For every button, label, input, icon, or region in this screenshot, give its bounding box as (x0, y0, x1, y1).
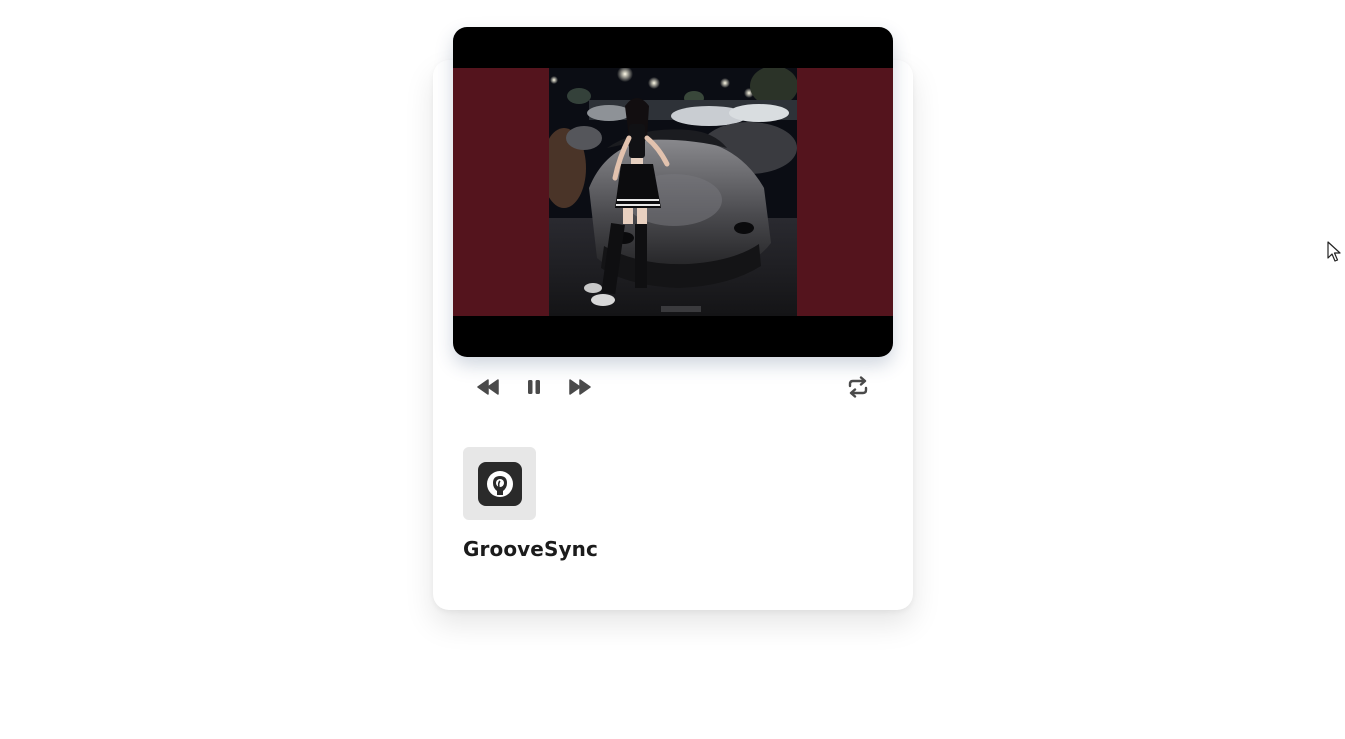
mouse-cursor-icon (1327, 241, 1341, 267)
rewind-icon (477, 379, 499, 395)
fast-forward-button[interactable] (565, 370, 595, 404)
app-tile[interactable] (463, 447, 536, 520)
app-name: GrooveSync (463, 537, 598, 561)
repeat-button[interactable] (843, 370, 873, 404)
video-thumbnail (549, 68, 797, 316)
repeat-icon (848, 376, 868, 398)
pause-icon (528, 380, 540, 394)
fast-forward-icon (569, 379, 591, 395)
thumbnail-scene (549, 68, 797, 316)
video-frame (453, 68, 893, 316)
groovesync-logo-icon (477, 461, 522, 506)
video-player[interactable] (453, 27, 893, 357)
player-controls (453, 370, 893, 404)
pause-button[interactable] (521, 370, 547, 404)
rewind-button[interactable] (473, 370, 503, 404)
